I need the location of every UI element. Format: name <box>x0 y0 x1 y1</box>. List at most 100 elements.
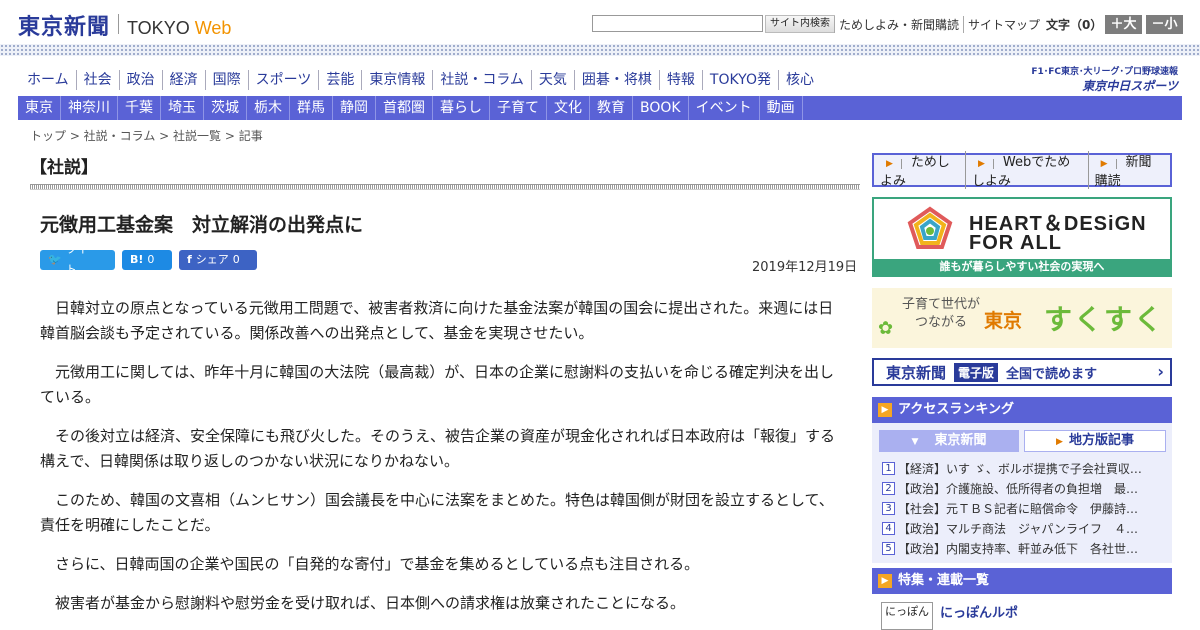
ranking-item[interactable]: 1 【経済】いす ゞ、ボルボ提携で子会社買収… <box>882 459 1164 479</box>
tweet-button[interactable]: 🐦 ツイート <box>40 243 115 276</box>
feature-thumbnail[interactable]: にっぽん <box>881 602 933 630</box>
regional-nav-item[interactable]: 埼玉 <box>161 96 204 120</box>
top-link-sitemap[interactable]: サイトマップ <box>963 16 1044 33</box>
ranking-item[interactable]: 5 【政治】内閣支持率、軒並み低下 各社世… <box>882 539 1164 559</box>
regional-nav-item[interactable]: 首都圏 <box>376 96 433 120</box>
e-edition-text: 全国で読めます <box>1006 366 1098 382</box>
main-nav: ホーム 社会 政治 経済 国際 スポーツ 芸能 東京情報 社説・コラム 天気 囲… <box>20 70 821 90</box>
publish-date: 2019年12月19日 <box>752 260 858 275</box>
hatena-count: 0 <box>147 253 155 266</box>
heart-design-banner[interactable]: HEART＆DESiGN FOR ALL 誰もが暮らしやすい社会の実現へ <box>872 197 1172 277</box>
triangle-down-icon: ▼ <box>911 437 919 447</box>
sukusuku-subtitle-line2: つながる <box>915 315 968 330</box>
ranking-tab-regional[interactable]: ▶ 地方版記事 <box>1024 430 1166 452</box>
regional-nav-item[interactable]: 教育 <box>590 96 633 120</box>
logo-tokyo: TOKYO <box>127 18 190 38</box>
facebook-icon: f <box>187 253 192 266</box>
main-nav-item[interactable]: 芸能 <box>318 70 361 90</box>
ranking-number: 4 <box>882 522 895 535</box>
link-web-trial[interactable]: ▶ Webでためしよみ <box>966 151 1089 189</box>
regional-nav-item[interactable]: 東京 <box>18 96 61 120</box>
ranking-number: 3 <box>882 502 895 515</box>
main-nav-item[interactable]: 天気 <box>530 70 574 90</box>
regional-nav-item[interactable]: イベント <box>689 96 760 120</box>
article-paragraph: 元徴用工に関しては、昨年十月に韓国の大法院（最高裁）が、日本の企業に慰謝料の支払… <box>40 363 834 406</box>
chunichi-sports-logo: 東京中日スポーツ <box>1082 79 1178 93</box>
site-header: 東京新聞 TOKYO Web サイト内検索 ためしよみ・新聞購読 サイトマップ … <box>0 0 1200 46</box>
ranking-tab-tokyo[interactable]: ▼ 東京新聞 <box>879 430 1019 452</box>
ranking-number: 2 <box>882 482 895 495</box>
facebook-share-button[interactable]: f シェア 0 <box>179 250 257 270</box>
regional-nav-item[interactable]: 動画 <box>760 96 803 120</box>
logo-tokyo-shimbun: 東京新聞 <box>18 14 111 40</box>
regional-nav: 東京 神奈川 千葉 埼玉 茨城 栃木 群馬 静岡 首都圏 暮らし 子育て 文化 … <box>18 96 1182 120</box>
features-heading: ▶ 特集・連載一覧 <box>872 568 1172 594</box>
article-body: 日韓対立の原点となっている元徴用工問題で、被害者救済に向けた基金法案が韓国の国会… <box>40 296 848 630</box>
main-nav-item[interactable]: 核心 <box>777 70 821 90</box>
regional-nav-item[interactable]: 文化 <box>547 96 590 120</box>
regional-nav-item[interactable]: 暮らし <box>433 96 490 120</box>
regional-nav-item[interactable]: 栃木 <box>247 96 290 120</box>
e-edition-banner[interactable]: 東京新聞 電子版 全国で読めます › <box>872 358 1172 386</box>
heart-design-title-line2: FOR ALL <box>969 232 1062 254</box>
tokyo-sukusuku-banner[interactable]: ✿ 子育て世代が つながる 東京 すくすく <box>872 288 1172 348</box>
logo-web: Web <box>194 18 232 38</box>
features-panel: にっぽん にっぽんルポ <box>872 594 1172 630</box>
link-subscribe[interactable]: ▶ 新聞購読 <box>1089 151 1170 189</box>
breadcrumb[interactable]: トップ > 社説・コラム > 社説一覧 > 記事 <box>30 127 263 144</box>
main-nav-item[interactable]: ホーム <box>20 70 76 90</box>
ranking-item[interactable]: 3 【社会】元ＴＢＳ記者に賠償命令 伊藤詩… <box>882 499 1164 519</box>
triangle-right-icon: ▶ <box>1094 159 1117 169</box>
article-title: 元徴用工基金案 対立解消の出発点に <box>40 214 364 236</box>
ranking-number: 1 <box>882 462 895 475</box>
ranking-number: 5 <box>882 542 895 555</box>
regional-nav-item[interactable]: 子育て <box>490 96 547 120</box>
header-dotted-divider <box>0 44 1200 56</box>
e-edition-logo: 東京新聞 <box>886 363 947 382</box>
main-nav-item[interactable]: 特報 <box>658 70 702 90</box>
access-ranking-title: アクセスランキング <box>898 402 1014 417</box>
triangle-right-icon: ▶ <box>880 159 902 169</box>
chunichi-sports-link[interactable]: F1･FC東京･大リーグ･プロ野球速報 東京中日スポーツ <box>1026 64 1178 94</box>
regional-nav-item[interactable]: 群馬 <box>290 96 333 120</box>
access-ranking-heading: ▶ アクセスランキング <box>872 397 1172 423</box>
main-nav-item[interactable]: 社会 <box>75 70 119 90</box>
site-search-input[interactable] <box>592 15 763 32</box>
main-nav-item[interactable]: スポーツ <box>247 70 319 90</box>
hatena-bookmark-icon: B! <box>130 253 144 266</box>
ranking-list: 1 【経済】いす ゞ、ボルボ提携で子会社買収… 2 【政治】介護施設、低所得者の… <box>882 459 1164 559</box>
regional-nav-item[interactable]: BOOK <box>633 96 689 120</box>
site-logo[interactable]: 東京新聞 TOKYO Web <box>18 9 231 41</box>
ranking-item[interactable]: 4 【政治】マルチ商法 ジャパンライフ ４… <box>882 519 1164 539</box>
main-nav-item[interactable]: 社説・コラム <box>432 70 531 90</box>
sprout-icon: ✿ <box>878 318 894 339</box>
main-nav-item[interactable]: TOKYO発 <box>701 70 778 90</box>
link-trial-reading[interactable]: ▶ ためしよみ <box>874 151 966 189</box>
ranking-item[interactable]: 2 【政治】介護施設、低所得者の負担増 最… <box>882 479 1164 499</box>
main-nav-item[interactable]: 囲碁・将棋 <box>573 70 659 90</box>
sukusuku-subtitle-line1: 子育て世代が <box>902 297 981 312</box>
heart-design-tagline: 誰もが暮らしやすい社会の実現へ <box>874 259 1170 275</box>
section-title: 【社説】 <box>30 158 98 178</box>
main-nav-item[interactable]: 経済 <box>161 70 205 90</box>
feature-title[interactable]: にっぽんルポ <box>940 602 1018 621</box>
heart-design-logo-icon <box>907 206 953 249</box>
main-nav-item[interactable]: 東京情報 <box>361 70 432 90</box>
top-link-subscribe[interactable]: ためしよみ・新聞購読 <box>834 16 963 33</box>
subscription-links: ▶ ためしよみ ▶ Webでためしよみ ▶ 新聞購読 <box>872 151 1172 189</box>
facebook-share-count: 0 <box>232 253 240 266</box>
regional-nav-item[interactable]: 静岡 <box>333 96 376 120</box>
triangle-right-icon: ▶ <box>878 574 892 588</box>
site-search-button[interactable]: サイト内検索 <box>765 15 835 33</box>
font-size-decrease-button[interactable]: －小 <box>1146 15 1183 34</box>
regional-nav-item[interactable]: 千葉 <box>118 96 161 120</box>
regional-nav-item[interactable]: 神奈川 <box>61 96 118 120</box>
hatena-bookmark-button[interactable]: B! 0 <box>122 250 172 270</box>
article-paragraph: さらに、日韓両国の企業や国民の「自発的な寄付」で基金を集めるとしている点も注目さ… <box>55 555 700 573</box>
access-ranking-panel: ▼ 東京新聞 ▶ 地方版記事 1 【経済】いす ゞ、ボルボ提携で子会社買収… 2 【… <box>872 423 1172 563</box>
main-nav-item[interactable]: 政治 <box>118 70 162 90</box>
font-size-increase-button[interactable]: ＋大 <box>1105 15 1142 34</box>
main-nav-item[interactable]: 国際 <box>204 70 248 90</box>
e-edition-badge: 電子版 <box>954 362 999 382</box>
regional-nav-item[interactable]: 茨城 <box>204 96 247 120</box>
